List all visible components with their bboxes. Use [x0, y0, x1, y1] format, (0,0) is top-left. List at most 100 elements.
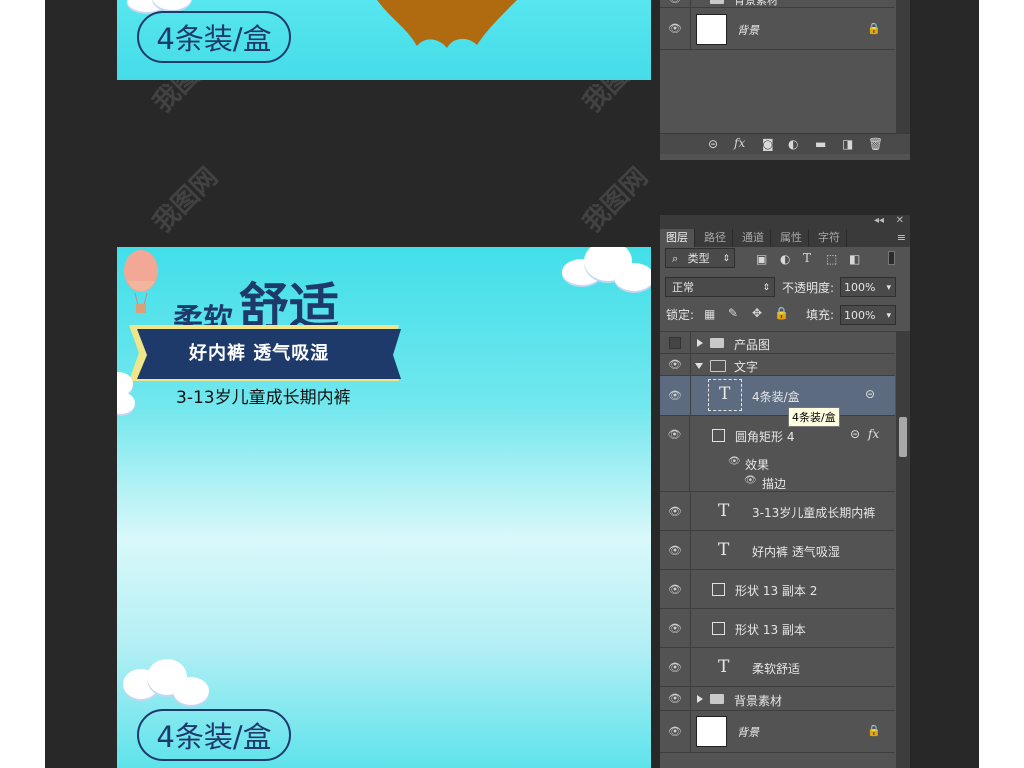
- layer-row-text[interactable]: 👁 T 3-13岁儿童成长期内裤: [660, 492, 895, 531]
- filter-adjustment-icon[interactable]: ◐: [780, 252, 790, 266]
- layer-thumbnail: [696, 14, 727, 45]
- effect-eye-icon[interactable]: 👁: [744, 475, 757, 486]
- scrollbar-thumb[interactable]: [899, 417, 907, 457]
- filter-pixel-icon[interactable]: ▣: [756, 252, 767, 266]
- lock-transparent-icon[interactable]: ▦: [704, 307, 715, 321]
- folder-icon: [710, 338, 724, 348]
- layer-row-background[interactable]: 👁 背景 🔒: [660, 711, 895, 753]
- adjustment-icon[interactable]: ◐: [788, 137, 798, 151]
- visibility-eye-icon[interactable]: 👁: [660, 531, 691, 569]
- filter-smart-object-icon[interactable]: ◧: [849, 252, 860, 266]
- lock-image-icon[interactable]: ✎: [728, 306, 738, 320]
- lock-all-icon[interactable]: 🔒: [774, 306, 789, 320]
- layer-name: 圆角矩形 4: [735, 430, 795, 444]
- layer-row-background[interactable]: 👁 背景 🔒: [660, 8, 895, 50]
- layers-panel: ◂◂ ✕ 图层 路径 通道 属性 字符 ≡ ⌕ 类型 ⇕ ▣ ◐ T ⬚ ◧ 正…: [660, 215, 910, 768]
- fill-input[interactable]: 100% ▾: [840, 305, 896, 325]
- layer-row-text-group[interactable]: 👁 文字: [660, 354, 895, 376]
- lock-label: 锁定:: [666, 308, 695, 322]
- new-layer-icon[interactable]: ◨: [842, 137, 853, 151]
- visibility-eye-icon[interactable]: 👁: [660, 354, 691, 375]
- visibility-eye-icon[interactable]: 👁: [660, 570, 691, 608]
- fx-icon[interactable]: fx: [868, 427, 879, 441]
- expand-arrow-icon[interactable]: [697, 339, 703, 347]
- chevron-down-icon[interactable]: ▾: [886, 278, 891, 298]
- filter-toggle[interactable]: [888, 251, 895, 265]
- layer-row-rounded-rect[interactable]: 👁 圆角矩形 4 ⊝ fx 👁 效果 👁 描边: [660, 416, 895, 492]
- tab-properties[interactable]: 属性: [774, 229, 809, 247]
- fx-icon[interactable]: fx: [734, 136, 745, 150]
- layer-name: 柔软舒适: [752, 662, 801, 676]
- visibility-eye-icon[interactable]: 👁: [660, 0, 691, 7]
- blend-mode-select[interactable]: 正常 ⇕: [665, 277, 775, 297]
- chevron-updown-icon: ⇕: [722, 254, 730, 264]
- chevron-updown-icon: ⇕: [762, 283, 770, 293]
- layer-name: 形状 13 副本: [735, 623, 806, 637]
- layer-name: 产品图: [734, 338, 771, 352]
- folder-icon[interactable]: ▬: [815, 137, 826, 151]
- filter-type-icon[interactable]: T: [803, 251, 811, 265]
- visibility-eye-icon[interactable]: 👁: [660, 376, 691, 415]
- trash-icon[interactable]: 🗑: [868, 137, 883, 151]
- type-icon: T: [718, 657, 730, 677]
- shape-layer-icon: [712, 583, 725, 596]
- layer-name: 4条装/盒: [752, 390, 800, 404]
- visibility-eye-icon[interactable]: 👁: [660, 8, 691, 49]
- type-icon: T: [718, 540, 730, 560]
- filter-shape-icon[interactable]: ⬚: [826, 252, 837, 266]
- opacity-input[interactable]: 100% ▾: [840, 277, 896, 297]
- document-canvas-top[interactable]: 4条装/盒: [117, 0, 651, 80]
- tab-channels[interactable]: 通道: [736, 229, 771, 247]
- expand-arrow-icon[interactable]: [697, 695, 703, 703]
- layer-row-selected[interactable]: 👁 T 4条装/盒 ⊝: [660, 376, 895, 416]
- layers-scrollbar[interactable]: [896, 332, 910, 768]
- mask-icon[interactable]: ◙: [762, 137, 774, 151]
- filter-kind-select[interactable]: ⌕ 类型 ⇕: [665, 248, 735, 268]
- layer-row-text[interactable]: 👁 T 好内裤 透气吸湿: [660, 531, 895, 570]
- link-icon[interactable]: ⊝: [708, 137, 718, 151]
- layer-name: 背景素材: [734, 694, 783, 708]
- layer-name: 背景: [737, 24, 759, 37]
- panel-tabs: 图层 路径 通道 属性 字符 ≡: [660, 229, 910, 247]
- document-canvas-bottom[interactable]: 柔软 舒适 好内裤 透气吸湿 3-13岁儿童成长期内裤 4条装/盒: [117, 247, 651, 768]
- visibility-eye-icon[interactable]: 👁: [660, 609, 691, 647]
- visibility-eye-icon[interactable]: 👁: [660, 648, 691, 686]
- layer-row-shape[interactable]: 👁 形状 13 副本: [660, 609, 895, 648]
- layers-panel-top: 👁 背景素材 👁 背景 🔒 ⊝ fx ◙ ◐ ▬ ◨ 🗑: [660, 0, 910, 160]
- layer-name: 3-13岁儿童成长期内裤: [752, 506, 876, 520]
- visibility-toggle-empty[interactable]: [660, 332, 691, 353]
- visibility-eye-icon[interactable]: 👁: [660, 492, 691, 530]
- folder-icon: [710, 694, 724, 704]
- layer-row-text[interactable]: 👁 T 柔软舒适: [660, 648, 895, 687]
- collapse-icon[interactable]: ◂◂: [874, 215, 884, 226]
- lock-position-icon[interactable]: ✥: [752, 306, 762, 320]
- visibility-eye-icon[interactable]: 👁: [660, 711, 691, 752]
- subtitle-text: 3-13岁儿童成长期内裤: [176, 388, 351, 408]
- tab-character[interactable]: 字符: [812, 229, 847, 247]
- visibility-eye-icon[interactable]: 👁: [660, 687, 691, 710]
- layer-row-shape[interactable]: 👁 形状 13 副本 2: [660, 570, 895, 609]
- photoshop-workspace: 我图网 我图网 我图网 我图网 我图网 我图网 我图网 我图网 我图网 我图网 …: [45, 0, 979, 768]
- tab-paths[interactable]: 路径: [698, 229, 733, 247]
- lock-icon: 🔒: [867, 724, 881, 737]
- visibility-eye-icon[interactable]: 👁: [660, 416, 690, 491]
- tab-layers[interactable]: 图层: [660, 229, 695, 247]
- type-icon: T: [718, 501, 730, 521]
- effect-eye-icon[interactable]: 👁: [728, 456, 741, 467]
- chevron-down-icon[interactable]: ▾: [886, 306, 891, 326]
- layer-row-product-group[interactable]: 产品图: [660, 332, 895, 354]
- type-icon: T: [719, 384, 731, 404]
- effect-name: 效果: [745, 458, 770, 472]
- hot-air-balloon-icon: [124, 250, 158, 313]
- close-icon[interactable]: ✕: [896, 215, 904, 226]
- ribbon-text: 好内裤 透气吸湿: [189, 343, 330, 364]
- scrollbar[interactable]: [896, 0, 910, 133]
- layers-list: 产品图 👁 文字 👁 T 4条装/盒 ⊝ 4条装/盒 👁 圆角矩形 4 ⊝ fx…: [660, 331, 910, 768]
- watermark: 我图网: [147, 162, 224, 239]
- layer-name: 好内裤 透气吸湿: [752, 545, 840, 559]
- layer-row[interactable]: 👁 背景素材: [660, 0, 895, 8]
- panel-menu-icon[interactable]: ≡: [897, 231, 906, 244]
- layer-row-bg-group[interactable]: 👁 背景素材: [660, 687, 895, 711]
- collapse-arrow-icon[interactable]: [695, 363, 703, 369]
- balloon-bottom-shape: [377, 0, 517, 48]
